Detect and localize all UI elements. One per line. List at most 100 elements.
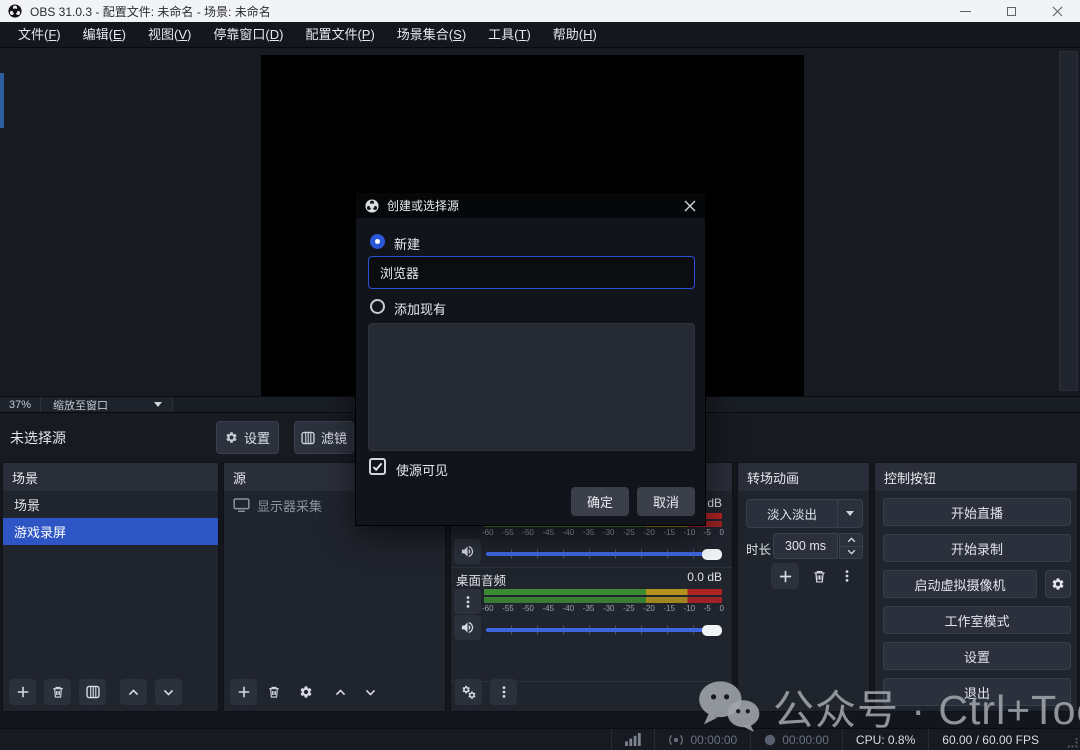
chevron-down-icon <box>154 402 162 407</box>
existing-sources-list[interactable] <box>368 323 695 451</box>
cancel-button[interactable]: 取消 <box>637 487 695 516</box>
transitions-panel: 转场动画 淡入淡出 时长 300 ms <box>737 462 870 712</box>
mixer-channel1-scale: -60-55-50-45-40-35-30-25-20-15-10-50 <box>482 528 724 537</box>
maximize-icon <box>1007 7 1016 16</box>
duration-input[interactable]: 300 ms <box>773 533 838 559</box>
radio-add-existing-label: 添加现有 <box>394 299 446 318</box>
source-properties-toolbar-button[interactable] <box>292 679 319 705</box>
mixer-channel2-scale: -60-55-50-45-40-35-30-25-20-15-10-50 <box>482 604 724 613</box>
mixer-channel2-volume-slider[interactable] <box>486 623 722 637</box>
stepper-up-icon[interactable] <box>840 534 862 547</box>
window-title: OBS 31.0.3 - 配置文件: 未命名 - 场景: 未命名 <box>30 3 271 20</box>
mixer-channel2-level: 0.0 dB <box>687 570 722 584</box>
os-titlebar: OBS 31.0.3 - 配置文件: 未命名 - 场景: 未命名 <box>0 0 1080 22</box>
controls-panel: 控制按钮 开始直播 开始录制 启动虚拟摄像机 工作室模式 设置 退出 <box>874 462 1078 712</box>
gear-icon <box>299 685 313 699</box>
remove-source-button[interactable] <box>260 679 287 705</box>
filter-icon <box>86 685 100 699</box>
mixer-channel2-meter <box>484 589 722 605</box>
menu-scene-collection[interactable]: 场景集合(S) <box>386 22 477 48</box>
chevron-down-icon <box>364 686 377 699</box>
transition-options-button[interactable] <box>836 563 858 589</box>
remove-transition-button[interactable] <box>806 563 833 589</box>
slider-handle[interactable] <box>702 549 722 560</box>
settings-button[interactable]: 设置 <box>883 642 1071 670</box>
slider-handle[interactable] <box>702 625 722 636</box>
record-time: 00:00:00 <box>782 733 829 747</box>
chevron-down-icon <box>846 511 854 516</box>
menu-docks[interactable]: 停靠窗口(D) <box>202 22 294 48</box>
check-icon <box>372 462 383 472</box>
radio-create-new[interactable] <box>370 234 385 249</box>
obs-main-window: OBS 31.0.3 - 配置文件: 未命名 - 场景: 未命名 文件(F) 编… <box>0 0 1080 750</box>
no-source-selected-label: 未选择源 <box>10 428 66 448</box>
monitor-icon <box>233 498 250 513</box>
move-source-down-button[interactable] <box>357 679 384 705</box>
minimize-button[interactable] <box>942 0 988 22</box>
remove-scene-button[interactable] <box>44 679 71 705</box>
menu-edit[interactable]: 编辑(E) <box>72 22 137 48</box>
minimize-icon <box>960 11 971 12</box>
mixer-channel1-mute-button[interactable] <box>454 539 481 564</box>
source-name-input[interactable] <box>368 256 695 289</box>
transition-select[interactable]: 淡入淡出 <box>746 499 863 528</box>
source-properties-button[interactable]: 设置 <box>216 421 279 454</box>
zoom-level: 37% <box>0 397 41 412</box>
menu-profile[interactable]: 配置文件(P) <box>294 22 385 48</box>
gear-icon <box>1051 577 1065 591</box>
start-streaming-button[interactable]: 开始直播 <box>883 498 1071 526</box>
start-virtual-camera-button[interactable]: 启动虚拟摄像机 <box>883 570 1037 598</box>
radio-create-new-label: 新建 <box>394 234 420 253</box>
chevron-down-icon <box>162 686 175 699</box>
obs-logo-icon <box>365 199 379 213</box>
scene-item-selected[interactable]: 游戏录屏 <box>3 518 218 545</box>
dialog-close-icon[interactable] <box>684 200 696 212</box>
cpu-usage-cell: CPU: 0.8% <box>842 729 928 750</box>
radio-add-existing[interactable] <box>370 299 385 314</box>
source-properties-label: 设置 <box>244 428 270 447</box>
menu-tools[interactable]: 工具(T) <box>477 22 542 48</box>
slider-track <box>486 628 722 632</box>
start-recording-button[interactable]: 开始录制 <box>883 534 1071 562</box>
studio-mode-button[interactable]: 工作室模式 <box>883 606 1071 634</box>
add-transition-button[interactable] <box>771 563 799 589</box>
record-dot-icon <box>764 734 776 746</box>
scale-mode-dropdown[interactable]: 缩放至窗口 <box>41 397 173 412</box>
exit-button[interactable]: 退出 <box>883 678 1071 706</box>
source-filters-button[interactable]: 滤镜 <box>294 421 354 454</box>
preview-vertical-scrollbar[interactable] <box>1059 51 1078 391</box>
add-scene-button[interactable] <box>9 679 36 705</box>
connection-status-cell <box>611 729 654 750</box>
menu-view[interactable]: 视图(V) <box>137 22 202 48</box>
advanced-audio-properties-button[interactable] <box>455 679 482 705</box>
mixer-options-button[interactable] <box>490 679 517 705</box>
mixer-channel1-volume-slider[interactable] <box>486 547 722 561</box>
maximize-button[interactable] <box>988 0 1034 22</box>
menu-file[interactable]: 文件(F) <box>7 22 72 48</box>
add-source-button[interactable] <box>230 679 257 705</box>
duration-label: 时长 <box>746 539 771 558</box>
dialog-titlebar[interactable]: 创建或选择源 <box>356 193 705 218</box>
close-button[interactable] <box>1034 0 1080 22</box>
mixer-channel2-options-button[interactable] <box>454 589 481 614</box>
ok-button[interactable]: 确定 <box>571 487 629 516</box>
resize-grip[interactable] <box>1068 738 1078 748</box>
plus-icon <box>778 569 793 584</box>
virtual-camera-settings-button[interactable] <box>1045 570 1071 598</box>
move-scene-down-button[interactable] <box>155 679 182 705</box>
status-bar: 00:00:00 00:00:00 CPU: 0.8% 60.00 / 60.0… <box>0 728 1080 750</box>
menu-help[interactable]: 帮助(H) <box>542 22 608 48</box>
mixer-channel2-mute-button[interactable] <box>454 615 481 640</box>
mixer-channel2-name: 桌面音频 <box>456 570 506 589</box>
duration-stepper[interactable] <box>839 533 863 559</box>
scene-filters-button[interactable] <box>79 679 106 705</box>
stepper-down-icon[interactable] <box>840 547 862 559</box>
make-source-visible-checkbox[interactable] <box>369 458 386 475</box>
move-scene-up-button[interactable] <box>120 679 147 705</box>
kebab-menu-icon <box>497 685 511 699</box>
move-source-up-button[interactable] <box>327 679 354 705</box>
create-source-dialog: 创建或选择源 新建 添加现有 使源可见 确定 取消 <box>355 192 706 526</box>
trash-icon <box>267 685 281 699</box>
plus-icon <box>16 685 30 699</box>
scene-item[interactable]: 场景 <box>3 491 218 518</box>
